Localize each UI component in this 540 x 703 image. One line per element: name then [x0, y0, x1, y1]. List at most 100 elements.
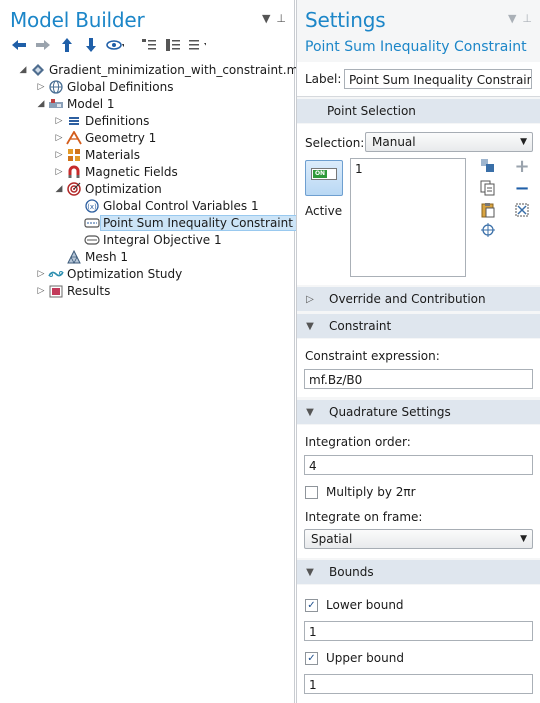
section-title: Bounds [329, 565, 374, 579]
tree-label: Magnetic Fields [85, 165, 178, 179]
move-down-icon[interactable] [82, 36, 100, 54]
model-builder-panel: Model Builder ▼ ⊥ ◢ Gradient_minimizatio… [0, 0, 313, 703]
globe-icon [48, 79, 64, 95]
collapsed-icon[interactable]: ▷ [36, 82, 46, 92]
selection-list-item[interactable]: 1 [355, 162, 363, 176]
settings-title: Settings [305, 8, 386, 32]
collapsed-icon: ▷ [306, 293, 314, 305]
upper-bound-checkbox[interactable]: ✓ [305, 652, 318, 665]
selection-dropdown-value: Manual [372, 135, 416, 149]
tree-node-definitions[interactable]: ▷ Definitions [54, 113, 150, 129]
expanded-icon[interactable]: ◢ [18, 65, 28, 75]
show-options-icon[interactable] [106, 36, 124, 54]
expand-all-icon[interactable] [164, 36, 182, 54]
multiply-2pir-checkbox[interactable] [305, 486, 318, 499]
collapse-all-icon[interactable] [140, 36, 158, 54]
selection-list[interactable]: 1 [350, 158, 466, 277]
tree-node-mesh[interactable]: Mesh 1 [54, 249, 128, 265]
tree-node-results[interactable]: ▷ Results [36, 283, 111, 299]
tree-label: Results [67, 284, 111, 298]
tree-label: Model 1 [67, 97, 115, 111]
expanded-icon: ▼ [306, 320, 314, 332]
tree-node-materials[interactable]: ▷ Materials [54, 147, 140, 163]
integrate-frame-dropdown[interactable]: Spatial ▼ [304, 529, 533, 549]
move-up-icon[interactable] [58, 36, 76, 54]
section-title: Override and Contribution [329, 292, 486, 306]
tree-label: Optimization Study [67, 267, 183, 281]
copy-selection-icon[interactable] [480, 180, 496, 196]
label-row: Label: Point Sum Inequality Constraint 1 [297, 62, 540, 97]
tree-label: Global Definitions [67, 80, 174, 94]
section-header-point-selection[interactable]: Point Selection [297, 99, 540, 123]
collapsed-icon[interactable]: ▷ [54, 133, 64, 143]
integration-order-input[interactable]: 4 [304, 455, 533, 475]
tree-label: Mesh 1 [85, 250, 129, 264]
tree-label: Point Sum Inequality Constraint 1 [100, 215, 308, 231]
section-header-bounds[interactable]: ▼ Bounds [297, 560, 540, 584]
tree-node-integral-objective[interactable]: Integral Objective 1 [72, 232, 222, 248]
zoom-to-selection-icon[interactable] [480, 222, 496, 238]
collapsed-icon[interactable]: ▷ [54, 116, 64, 126]
tree-node-point-sum-constraint[interactable]: Point Sum Inequality Constraint 1 [72, 215, 308, 231]
tree-node-root[interactable]: ◢ Gradient_minimization_with_constraint.… [18, 62, 314, 78]
tree-node-model[interactable]: ◢ Model 1 [36, 96, 115, 112]
svg-text:(x): (x) [87, 203, 97, 211]
lower-bound-input[interactable]: 1 [304, 621, 533, 641]
remove-icon[interactable]: − [514, 178, 530, 199]
tree-node-optimization[interactable]: ◢ Optimization [54, 181, 162, 197]
collapsed-icon[interactable]: ▷ [36, 286, 46, 296]
definitions-icon [66, 113, 82, 129]
forward-arrow-icon[interactable] [34, 36, 52, 54]
section-header-constraint[interactable]: ▼ Constraint [297, 314, 540, 338]
settings-panel: Settings ▼ ⊥ Point Sum Inequality Constra… [296, 0, 540, 703]
tree-node-geometry[interactable]: ▷ Geometry 1 [54, 130, 156, 146]
collapsed-icon[interactable]: ▷ [36, 269, 46, 279]
selection-dropdown[interactable]: Manual ▼ [365, 132, 533, 152]
add-icon[interactable]: + [514, 156, 530, 177]
expanded-icon[interactable]: ◢ [36, 99, 46, 109]
tree-view-menu-icon[interactable] [188, 36, 206, 54]
multiply-2pir-label: Multiply by 2πr [326, 485, 416, 499]
model-file-icon [30, 62, 46, 78]
lower-bound-checkbox[interactable]: ✓ [305, 599, 318, 612]
collapsed-icon[interactable]: ▷ [54, 150, 64, 160]
active-toggle-button[interactable]: ON [305, 160, 343, 196]
tree-label: Integral Objective 1 [103, 233, 222, 247]
constraint-expression-caption: Constraint expression: [305, 349, 440, 363]
label-caption: Label: [305, 72, 342, 86]
model-builder-toolbar [10, 36, 206, 54]
tree-node-optimization-study[interactable]: ▷ Optimization Study [36, 266, 183, 282]
active-label: Active [305, 204, 343, 218]
label-input[interactable]: Point Sum Inequality Constraint 1 [344, 69, 532, 89]
collapsed-icon[interactable]: ▷ [54, 167, 64, 177]
expanded-icon[interactable]: ◢ [54, 184, 64, 194]
pin-icon[interactable]: ⊥ [522, 12, 532, 25]
back-arrow-icon[interactable] [10, 36, 28, 54]
panel-menu-icon[interactable]: ▼ [508, 12, 516, 25]
tree-node-magnetic-fields[interactable]: ▷ Magnetic Fields [54, 164, 178, 180]
point-selection-body: Selection: Manual ▼ ON Active 1 + − [297, 124, 540, 285]
section-title: Constraint [329, 319, 392, 333]
panel-menu-icon[interactable]: ▼ [262, 12, 270, 25]
tree-label: Geometry 1 [85, 131, 157, 145]
section-title: Point Selection [327, 104, 416, 118]
pin-icon[interactable]: ⊥ [276, 12, 286, 25]
model-builder-title: Model Builder [10, 8, 145, 32]
constraint-body: Constraint expression: mf.Bz/B0 [297, 339, 540, 397]
section-header-quadrature-settings[interactable]: ▼ Quadrature Settings [297, 400, 540, 424]
tree-node-global-definitions[interactable]: ▷ Global Definitions [36, 79, 174, 95]
point-constraint-icon [84, 215, 100, 231]
upper-bound-label: Upper bound [326, 651, 404, 665]
tree-node-global-control-variables[interactable]: (x) Global Control Variables 1 [72, 198, 259, 214]
clear-selection-icon[interactable] [514, 202, 530, 218]
add-to-selection-icon[interactable] [480, 158, 496, 174]
mesh-icon [66, 249, 82, 265]
paste-selection-icon[interactable] [480, 202, 496, 218]
materials-icon [66, 147, 82, 163]
tree-label: Global Control Variables 1 [103, 199, 259, 213]
section-header-override-contribution[interactable]: ▷ Override and Contribution [297, 287, 540, 311]
upper-bound-input[interactable]: 1 [304, 674, 533, 694]
chevron-down-icon: ▼ [520, 534, 527, 544]
expanded-icon: ▼ [306, 406, 314, 418]
constraint-expression-input[interactable]: mf.Bz/B0 [304, 369, 533, 389]
